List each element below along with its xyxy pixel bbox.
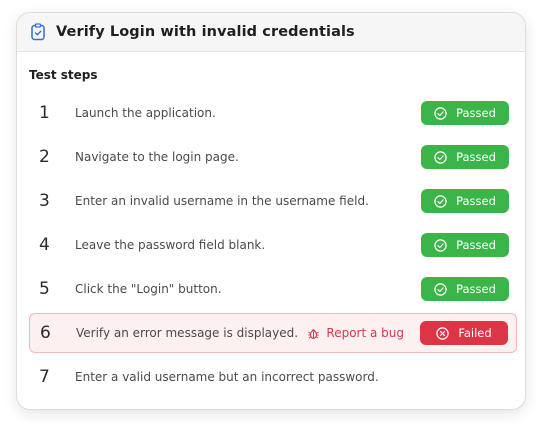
step-row: 3 Enter an invalid username in the usern… [29, 181, 517, 221]
section-label: Test steps [29, 68, 98, 82]
step-text: Verify an error message is displayed. [76, 326, 299, 340]
status-label: Failed [458, 326, 492, 340]
status-badge-passed[interactable]: Passed [421, 233, 509, 257]
step-number: 4 [39, 235, 50, 255]
step-row: 1 Launch the application. Passed [29, 93, 517, 133]
step-text: Click the "Login" button. [75, 282, 222, 296]
clipboard-test-icon [30, 23, 46, 41]
step-number: 6 [40, 323, 51, 343]
check-circle-icon [434, 106, 447, 120]
step-number: 7 [39, 367, 50, 387]
report-bug-label: Report a bug [326, 326, 404, 340]
status-label: Passed [456, 106, 496, 120]
status-badge-failed[interactable]: Failed [420, 321, 508, 345]
step-number: 3 [39, 191, 50, 211]
step-text: Navigate to the login page. [75, 150, 239, 164]
status-badge-passed[interactable]: Passed [421, 145, 509, 169]
step-row: 7 Enter a valid username but an incorrec… [29, 357, 517, 397]
check-circle-icon [434, 282, 447, 296]
status-label: Passed [456, 282, 496, 296]
test-case-card: Verify Login with invalid credentials Te… [16, 12, 526, 410]
card-header: Verify Login with invalid credentials [17, 13, 525, 52]
step-number: 5 [39, 279, 50, 299]
step-text: Enter an invalid username in the usernam… [75, 194, 369, 208]
steps-list: 1 Launch the application. Passed 2 Navig… [29, 93, 517, 401]
step-number: 2 [39, 147, 50, 167]
status-label: Passed [456, 150, 496, 164]
step-text: Leave the password field blank. [75, 238, 266, 252]
report-bug-link[interactable]: Report a bug [307, 326, 404, 340]
step-text: Launch the application. [75, 106, 216, 120]
step-number: 1 [39, 103, 50, 123]
step-row-failed: 6 Verify an error message is displayed. … [29, 313, 517, 353]
status-badge-passed[interactable]: Passed [421, 189, 509, 213]
check-circle-icon [434, 150, 447, 164]
bug-icon [308, 328, 320, 339]
card-title: Verify Login with invalid credentials [56, 24, 355, 40]
status-label: Passed [456, 238, 496, 252]
step-row: 5 Click the "Login" button. Passed [29, 269, 517, 309]
status-badge-passed[interactable]: Passed [421, 101, 509, 125]
step-row: 4 Leave the password field blank. Passed [29, 225, 517, 265]
check-circle-icon [434, 238, 447, 252]
status-label: Passed [456, 194, 496, 208]
status-badge-passed[interactable]: Passed [421, 277, 509, 301]
step-text: Enter a valid username but an incorrect … [75, 370, 379, 384]
x-circle-icon [436, 326, 450, 340]
step-row: 2 Navigate to the login page. Passed [29, 137, 517, 177]
check-circle-icon [434, 194, 447, 208]
